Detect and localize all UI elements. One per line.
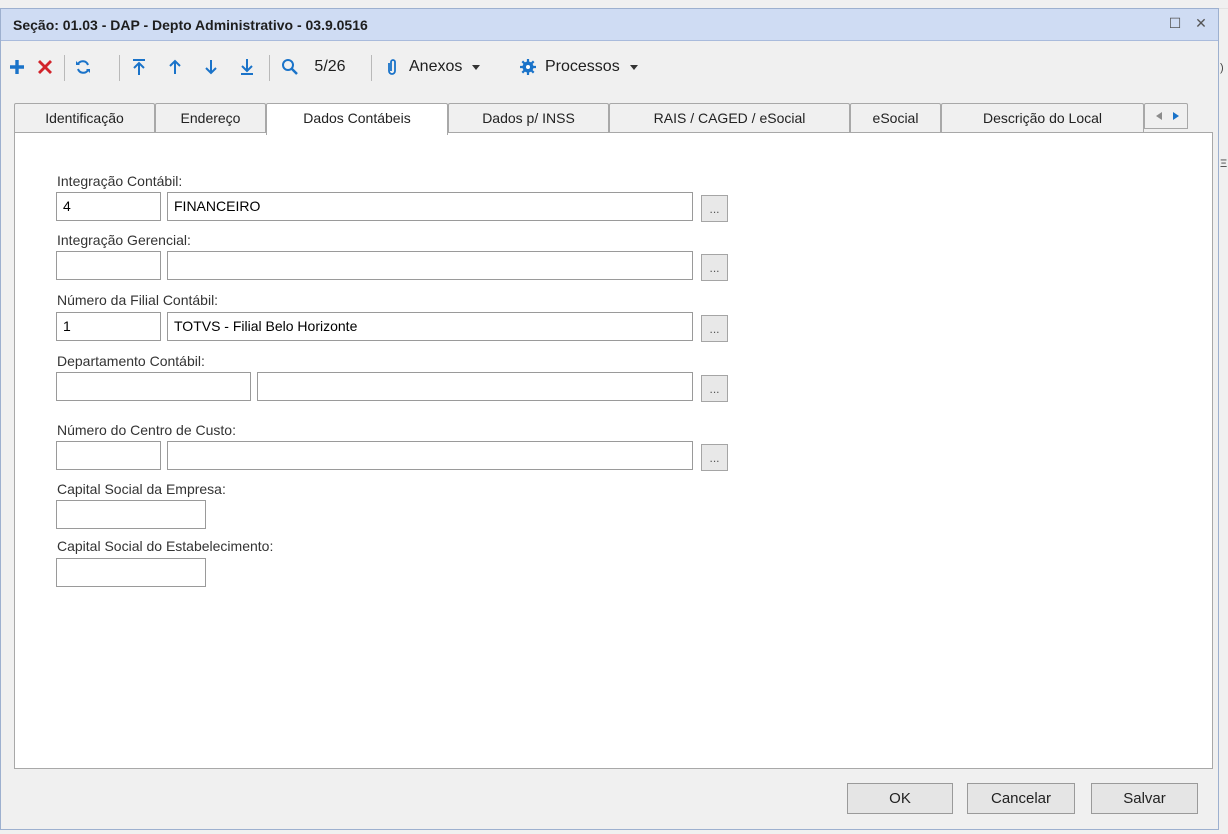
capital-estabelecimento-label: Capital Social do Estabelecimento: [57, 538, 274, 554]
paperclip-icon [388, 59, 396, 75]
departamento-contabil-description-field[interactable] [257, 372, 693, 401]
tab-dados-contabeis[interactable]: Dados Contábeis [266, 103, 448, 135]
processes-label: Processos [545, 58, 620, 75]
departamento-contabil-lookup-button[interactable]: ... [701, 375, 728, 402]
tab-scroll-left-icon[interactable] [1154, 111, 1164, 121]
integracao-contabil-code-field[interactable]: 4 [56, 192, 161, 221]
search-icon [282, 59, 298, 75]
window-title: Seção: 01.03 - DAP - Depto Administrativ… [13, 17, 368, 33]
next-record-icon [205, 60, 217, 75]
next-record-button[interactable] [197, 49, 225, 85]
record-counter-text: 5/26 [314, 58, 346, 75]
filial-contabil-description-field[interactable]: TOTVS - Filial Belo Horizonte [167, 312, 693, 341]
title-bar: Seção: 01.03 - DAP - Depto Administrativ… [1, 9, 1218, 41]
integracao-gerencial-description-field[interactable] [167, 251, 693, 280]
toolbar-separator [64, 55, 65, 81]
tab-rais-caged-esocial[interactable]: RAIS / CAGED / eSocial [609, 103, 850, 133]
maximize-button[interactable]: ☐ [1166, 15, 1184, 33]
departamento-contabil-code-field[interactable] [56, 372, 251, 401]
tab-strip: Identificação Endereço Dados Contábeis D… [1, 103, 1218, 135]
filial-contabil-code-field[interactable]: 1 [56, 312, 161, 341]
tab-endereco[interactable]: Endereço [155, 103, 266, 133]
save-button[interactable]: Salvar [1091, 783, 1198, 814]
delete-button[interactable] [31, 49, 59, 85]
capital-estabelecimento-field[interactable] [56, 558, 206, 587]
integracao-gerencial-lookup-button[interactable]: ... [701, 254, 728, 281]
capital-empresa-field[interactable] [56, 500, 206, 529]
toolbar-separator [119, 55, 120, 81]
record-counter: 5/26 [305, 49, 355, 85]
centro-custo-lookup-button[interactable]: ... [701, 444, 728, 471]
tab-scroll-right-icon[interactable] [1171, 111, 1181, 121]
add-button[interactable] [3, 49, 31, 85]
tab-dados-inss[interactable]: Dados p/ INSS [448, 103, 609, 133]
refresh-icon [76, 60, 90, 74]
ok-button[interactable]: OK [847, 783, 953, 814]
search-button[interactable] [277, 49, 303, 85]
toolbar-separator [269, 55, 270, 81]
attachments-dropdown[interactable]: Anexos [385, 49, 509, 85]
tab-scroll-buttons [1144, 103, 1188, 129]
toolbar-separator [371, 55, 372, 81]
toolbar: 5/26 Anexos Processos [1, 49, 1218, 85]
tab-panel-dados-contabeis: Integração Contábil: 4 FINANCEIRO ... In… [14, 132, 1213, 769]
attachments-label: Anexos [409, 58, 463, 75]
integracao-contabil-description-field[interactable]: FINANCEIRO [167, 192, 693, 221]
background-edge-fragment: Ξ [1220, 158, 1228, 170]
capital-empresa-label: Capital Social da Empresa: [57, 481, 226, 497]
tab-identificacao[interactable]: Identificação [14, 103, 155, 133]
refresh-button[interactable] [69, 49, 97, 85]
dialog-window: Seção: 01.03 - DAP - Depto Administrativ… [0, 8, 1219, 830]
first-record-button[interactable] [125, 49, 153, 85]
chevron-down-icon [629, 64, 638, 70]
close-button[interactable]: ✕ [1192, 15, 1210, 33]
processes-dropdown[interactable]: Processos [519, 49, 669, 85]
centro-custo-description-field[interactable] [167, 441, 693, 470]
last-record-icon [241, 59, 253, 75]
tab-descricao-do-local[interactable]: Descrição do Local [941, 103, 1144, 133]
integracao-contabil-label: Integração Contábil: [57, 173, 183, 189]
last-record-button[interactable] [233, 49, 261, 85]
background-edge-fragment: ) [1220, 62, 1224, 74]
centro-custo-label: Número do Centro de Custo: [57, 422, 236, 438]
filial-contabil-lookup-button[interactable]: ... [701, 315, 728, 342]
filial-contabil-label: Número da Filial Contábil: [57, 292, 219, 308]
tab-esocial[interactable]: eSocial [850, 103, 941, 133]
previous-record-icon [169, 59, 181, 74]
integracao-gerencial-code-field[interactable] [56, 251, 161, 280]
centro-custo-code-field[interactable] [56, 441, 161, 470]
cancel-button[interactable]: Cancelar [967, 783, 1075, 814]
chevron-down-icon [472, 64, 481, 70]
departamento-contabil-label: Departamento Contábil: [57, 353, 205, 369]
first-record-icon [133, 59, 145, 75]
previous-record-button[interactable] [161, 49, 189, 85]
delete-icon [38, 60, 52, 74]
gear-icon [520, 59, 536, 75]
integracao-gerencial-label: Integração Gerencial: [57, 232, 191, 248]
add-icon [10, 60, 24, 74]
integracao-contabil-lookup-button[interactable]: ... [701, 195, 728, 222]
